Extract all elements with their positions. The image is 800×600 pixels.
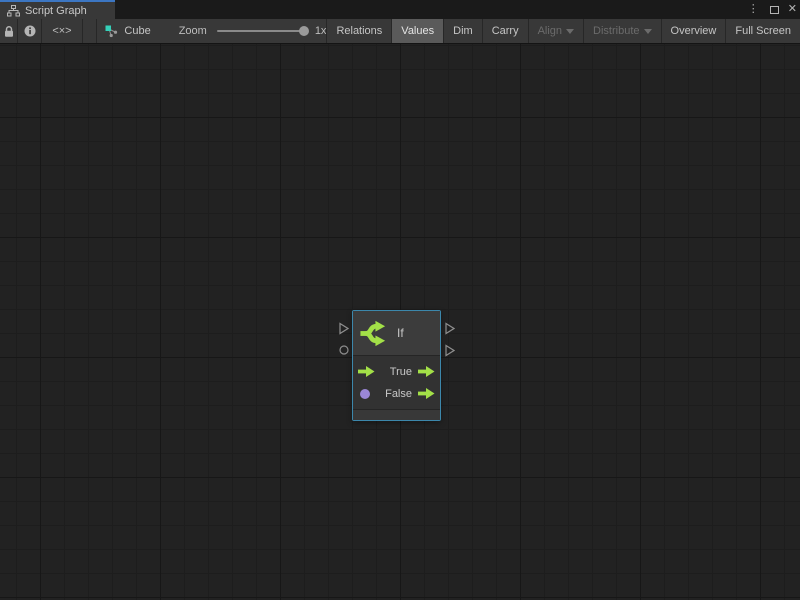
if-node-footer (353, 409, 440, 420)
target-label: Cube (124, 25, 150, 37)
port-row-false: False (353, 383, 440, 405)
port-label-true: True (380, 366, 418, 378)
code-view-button[interactable]: <×> (42, 19, 83, 43)
script-graph-asset-icon (105, 25, 118, 38)
false-flow-output-port[interactable] (418, 388, 435, 399)
if-node-ports: True False (353, 356, 440, 409)
port-label-false: False (380, 388, 418, 400)
distribute-button[interactable]: Distribute (583, 19, 660, 43)
node-title: If (397, 326, 404, 340)
titlebar: Script Graph ⋮ ✕ (0, 0, 800, 19)
tab-script-graph[interactable]: Script Graph (0, 0, 115, 19)
toolbar-spacer (83, 19, 98, 43)
tab-title: Script Graph (25, 5, 87, 17)
flow-input-marker-triangle[interactable] (339, 322, 349, 335)
true-output-marker-triangle[interactable] (445, 322, 455, 335)
chevron-down-icon (644, 29, 652, 34)
values-button[interactable]: Values (391, 19, 443, 43)
fullscreen-button[interactable]: Full Screen (725, 19, 800, 43)
true-flow-output-port[interactable] (418, 366, 435, 377)
lock-icon (3, 25, 15, 38)
graph-hierarchy-icon (7, 5, 20, 17)
overview-button[interactable]: Overview (661, 19, 726, 43)
dim-button[interactable]: Dim (443, 19, 482, 43)
window-menu-icon[interactable]: ⋮ (746, 4, 761, 15)
info-icon (24, 25, 36, 37)
zoom-slider-knob[interactable] (299, 26, 309, 36)
zoom-value: 1x (315, 25, 327, 37)
port-row-true: True (353, 361, 440, 383)
zoom-slider[interactable] (217, 30, 307, 32)
code-icon: <×> (52, 25, 71, 37)
relations-button[interactable]: Relations (326, 19, 391, 43)
flow-input-port[interactable] (358, 366, 380, 377)
inspect-button[interactable] (18, 19, 42, 43)
if-node-header[interactable]: If (353, 311, 440, 356)
condition-input-marker-circle[interactable] (339, 345, 349, 355)
graph-target[interactable]: Cube (97, 19, 160, 43)
bool-port-dot-icon (360, 389, 370, 399)
zoom-label: Zoom (179, 25, 207, 37)
condition-bool-input-port[interactable] (358, 389, 380, 399)
graph-canvas[interactable]: If True (0, 44, 800, 600)
zoom-control: Zoom 1x (179, 19, 327, 43)
toolbar: <×> Cube Zoom 1x Relations Values (0, 19, 800, 44)
chevron-down-icon (566, 29, 574, 34)
align-button[interactable]: Align (528, 19, 583, 43)
carry-button[interactable]: Carry (482, 19, 528, 43)
if-node[interactable]: If True (352, 310, 441, 421)
maximize-icon[interactable] (770, 6, 779, 14)
false-output-marker-triangle[interactable] (445, 344, 455, 357)
lock-button[interactable] (0, 19, 18, 43)
branch-icon (358, 318, 389, 349)
script-graph-window: Script Graph ⋮ ✕ (0, 0, 800, 600)
close-icon[interactable]: ✕ (788, 4, 797, 15)
